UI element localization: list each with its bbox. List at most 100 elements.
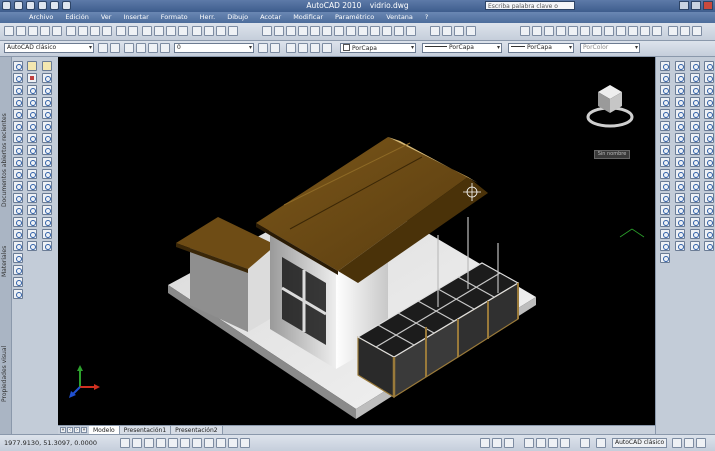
construction-line-icon[interactable] (13, 73, 23, 83)
open-icon[interactable] (16, 26, 26, 36)
zoom-realtime-icon[interactable] (154, 26, 164, 36)
ucs-y-icon[interactable] (640, 26, 650, 36)
right-view-icon[interactable] (704, 205, 714, 215)
fly-icon[interactable] (690, 241, 700, 251)
insert-block-icon[interactable] (13, 193, 23, 203)
pan-icon[interactable] (142, 26, 152, 36)
style-icon[interactable] (430, 26, 440, 36)
snap-none-icon[interactable] (660, 241, 670, 251)
cylinder-icon[interactable] (42, 181, 52, 191)
properties-icon[interactable] (192, 26, 202, 36)
workspace-select[interactable]: AutoCAD clásico (4, 43, 94, 53)
dim-style-icon[interactable] (454, 26, 464, 36)
dyn-toggle-icon[interactable] (216, 438, 226, 448)
join-icon[interactable] (27, 205, 37, 215)
plotstyle-select[interactable]: PorColor (580, 43, 640, 53)
table-icon[interactable] (13, 265, 23, 275)
mtext-icon[interactable] (13, 277, 23, 287)
torus-icon[interactable] (42, 217, 52, 227)
sphere-icon[interactable] (42, 169, 52, 179)
hatch-icon[interactable] (13, 229, 23, 239)
mesh-wedge-icon[interactable] (675, 85, 685, 95)
view-top-icon[interactable] (668, 26, 678, 36)
realistic-icon[interactable] (690, 97, 700, 107)
chamfer-icon[interactable] (27, 217, 37, 227)
ucs-previous-icon[interactable] (544, 26, 554, 36)
linetype-select[interactable]: PorCapa (422, 43, 502, 53)
3d-move-icon[interactable] (675, 205, 685, 215)
revision-cloud-icon[interactable] (13, 145, 23, 155)
bottom-view-icon[interactable] (704, 181, 714, 191)
zoom-previous-icon[interactable] (178, 26, 188, 36)
ucs-x-icon[interactable] (628, 26, 638, 36)
quick-view-drawings-icon[interactable] (504, 438, 514, 448)
explode-icon[interactable] (27, 241, 37, 251)
ucs-origin-icon[interactable] (592, 26, 602, 36)
3d-align-icon[interactable] (675, 229, 685, 239)
snap-nearest-icon[interactable] (660, 229, 670, 239)
rotate-icon[interactable] (27, 133, 37, 143)
arc-icon[interactable] (13, 121, 23, 131)
3d-osnap-toggle-icon[interactable] (180, 438, 190, 448)
next-tab-icon[interactable]: › (74, 427, 80, 433)
conceptual-icon[interactable] (690, 109, 700, 119)
menu-dibujo[interactable]: Dibujo (226, 12, 249, 23)
sweep-icon[interactable] (42, 97, 52, 107)
last-tab-icon[interactable]: » (81, 427, 87, 433)
snap-midpoint-icon[interactable] (660, 97, 670, 107)
lock-ui-icon[interactable] (672, 438, 682, 448)
snap-insert-icon[interactable] (660, 205, 670, 215)
section-plane-icon[interactable] (675, 193, 685, 203)
ducs-toggle-icon[interactable] (204, 438, 214, 448)
isolate-objects-icon[interactable] (696, 438, 706, 448)
dim-aligned-icon[interactable] (274, 26, 284, 36)
snap-from-icon[interactable] (660, 73, 670, 83)
adjust-distance-icon[interactable] (704, 97, 714, 107)
zoom-status-icon[interactable] (536, 438, 546, 448)
snap-intersection-icon[interactable] (660, 109, 670, 119)
manage-styles-icon[interactable] (690, 121, 700, 131)
snap-apparent-icon[interactable] (660, 121, 670, 131)
camera-icon[interactable] (704, 145, 714, 155)
snap-temp-track-icon[interactable] (660, 61, 670, 71)
dim-arc-icon[interactable] (286, 26, 296, 36)
polygon-icon[interactable] (13, 97, 23, 107)
grid-toggle-icon[interactable] (132, 438, 142, 448)
annotation-scale-icon[interactable] (580, 438, 590, 448)
snap-node-icon[interactable] (660, 217, 670, 227)
palette-label-visual[interactable]: Propiedades visual (1, 346, 8, 402)
named-views-icon[interactable] (704, 157, 714, 167)
line-icon[interactable] (13, 61, 23, 71)
save-icon[interactable] (28, 26, 38, 36)
polysolid-icon[interactable] (675, 61, 685, 71)
intersect-icon[interactable] (42, 145, 52, 155)
layer-select[interactable]: 0 (174, 43, 254, 53)
dim-continue-icon[interactable] (370, 26, 380, 36)
menu-insertar[interactable]: Insertar (122, 12, 149, 23)
menu-ventana[interactable]: Ventana (385, 12, 414, 23)
loft-icon[interactable] (42, 109, 52, 119)
sw-iso-icon[interactable] (704, 241, 714, 251)
close-button[interactable] (703, 1, 713, 10)
offset-icon[interactable] (27, 97, 37, 107)
snap-quadrant-icon[interactable] (660, 157, 670, 167)
mesh-pyramid-icon[interactable] (675, 145, 685, 155)
menu-archivo[interactable]: Archivo (28, 12, 54, 23)
snap-tangent-icon[interactable] (660, 169, 670, 179)
dim-angular-icon[interactable] (334, 26, 344, 36)
table-style-icon[interactable] (466, 26, 476, 36)
cone-icon[interactable] (42, 193, 52, 203)
ucs-3point-icon[interactable] (616, 26, 626, 36)
erase-icon[interactable] (27, 61, 37, 71)
ucs-icon[interactable] (520, 26, 530, 36)
materials-icon[interactable] (690, 181, 700, 191)
fillet-icon[interactable] (27, 229, 37, 239)
menu-ayuda[interactable]: ? (424, 12, 429, 23)
zoom-3d-icon[interactable] (704, 121, 714, 131)
minimize-button[interactable] (679, 1, 689, 10)
spline-icon[interactable] (13, 157, 23, 167)
array-icon[interactable] (27, 109, 37, 119)
center-mark-icon[interactable] (394, 26, 404, 36)
render-window-icon[interactable] (690, 217, 700, 227)
snap-toggle-icon[interactable] (120, 438, 130, 448)
